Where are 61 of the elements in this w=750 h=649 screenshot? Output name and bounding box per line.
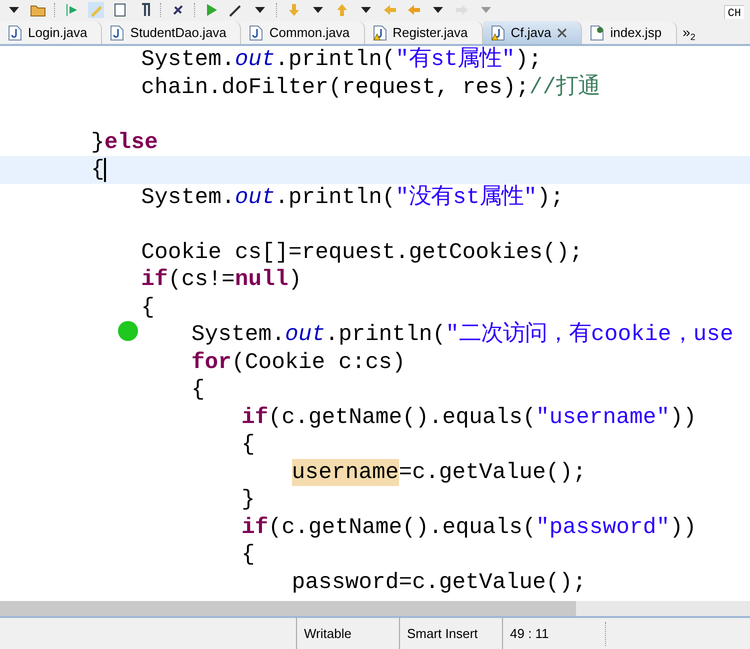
input-language-indicator[interactable]: CH	[724, 4, 744, 19]
code-field: out	[285, 321, 326, 348]
java-file-icon	[8, 24, 22, 40]
java-file-icon	[110, 24, 124, 40]
code-keyword: for	[191, 348, 232, 376]
status-field: 49 : 11	[502, 618, 605, 649]
editor-tab[interactable]: Cf.java	[482, 21, 582, 44]
code-text: password=c.getValue();	[292, 568, 586, 596]
code-text: (cs!=	[168, 266, 235, 294]
code-keyword: if	[242, 404, 268, 431]
code-text: (c.getName().equals(	[268, 404, 536, 431]
code-comment: //打通	[529, 74, 600, 101]
code-text: {	[242, 431, 255, 458]
code-string: "username"	[536, 404, 670, 431]
code-text: System.	[141, 46, 235, 74]
code-text: System.	[191, 321, 286, 348]
status-field: Smart Insert	[399, 618, 502, 649]
code-text: =c.getValue();	[398, 458, 586, 486]
horizontal-scrollbar[interactable]	[0, 601, 750, 618]
code-text: .println(	[325, 321, 446, 348]
code-text: (Cookie c:cs)	[232, 348, 406, 376]
code-text: ))	[670, 514, 696, 541]
code-text: (c.getName().equals(	[268, 514, 536, 541]
java-file-icon	[249, 24, 264, 40]
status-field: Writable	[296, 618, 399, 649]
text-cursor	[104, 158, 106, 182]
code-string: "password"	[536, 514, 670, 541]
code-text: .println(	[275, 184, 396, 211]
editor-tab[interactable]: Register.java	[364, 21, 483, 44]
code-text: {	[191, 376, 205, 404]
code-editor[interactable]	[0, 46, 750, 601]
code-text: {	[91, 156, 104, 184]
code-text: }	[242, 486, 255, 514]
code-text: chain.doFilter(request, res);	[141, 74, 530, 101]
code-keyword: if	[141, 266, 168, 294]
marker-dot-icon	[118, 321, 138, 341]
code-text: System.	[141, 184, 235, 211]
code-string: "没有st属性"	[395, 184, 537, 211]
code-text: );	[536, 184, 564, 211]
code-field: out	[234, 184, 275, 211]
code-string: "有st属性"	[395, 46, 515, 74]
code-string: "二次访问，有cookie，use	[446, 321, 734, 348]
code-text: )	[288, 266, 302, 294]
scrollbar-thumb[interactable]	[0, 601, 576, 616]
document-icon[interactable]	[112, 2, 128, 18]
code-text: ))	[670, 404, 696, 431]
jsp-file-icon	[590, 24, 604, 40]
code-text: Cookie cs[]=request.getCookies();	[141, 238, 583, 266]
code-text: .println(	[275, 46, 396, 74]
java-file-icon	[490, 24, 505, 40]
code-text: );	[514, 46, 542, 74]
code-text: }	[91, 128, 104, 156]
code-text: {	[242, 541, 255, 568]
close-icon[interactable]	[557, 28, 568, 38]
code-field: out	[234, 46, 275, 74]
code-keyword: if	[242, 514, 268, 541]
code-keyword: else	[104, 128, 158, 156]
java-file-icon	[372, 24, 387, 40]
highlighted-occurrence: username	[292, 458, 399, 486]
code-text: {	[141, 294, 155, 321]
code-keyword: null	[234, 266, 288, 294]
